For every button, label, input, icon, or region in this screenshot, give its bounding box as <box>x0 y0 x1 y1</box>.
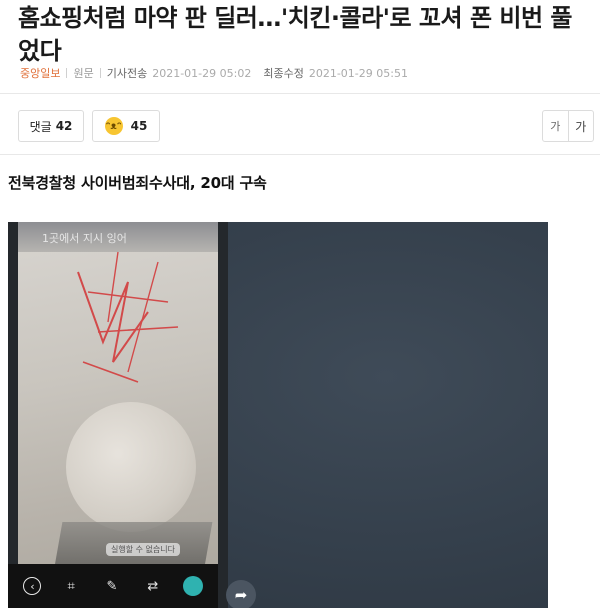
news-source[interactable]: 중앙일보 <box>20 65 60 81</box>
phone-toolbar: ‹ ⌗ ✎ ⇄ <box>8 564 218 608</box>
meta-divider <box>99 68 101 78</box>
font-increase-button[interactable]: 가 <box>567 111 594 141</box>
phone-caption: 실행할 수 없습니다 <box>106 543 180 556</box>
font-size-controls: 가 가 <box>542 110 594 142</box>
article-meta: 중앙일보 원문 기사전송 2021-01-29 05:02 최종수정 2021-… <box>20 65 408 81</box>
article-headline: 홈쇼핑처럼 마약 판 딜러…'치킨·콜라'로 꼬셔 폰 비번 풀었다 <box>18 4 572 65</box>
meta-divider <box>66 68 68 78</box>
modified-time: 2021-01-29 05:51 <box>308 66 408 80</box>
smile-emoji-icon: ᵔᴥᵔ <box>104 117 123 135</box>
original-link[interactable]: 원문 <box>73 65 93 81</box>
published-time: 2021-01-29 05:02 <box>152 66 252 80</box>
published-label: 기사전송 <box>106 67 148 80</box>
comment-button[interactable]: 댓글 42 <box>18 110 84 142</box>
back-icon[interactable]: ‹ <box>23 577 42 595</box>
emotion-count: 45 <box>130 119 148 133</box>
comment-label: 댓글 <box>29 119 52 134</box>
article-subheadline: 전북경찰청 사이버범죄수사대, 20대 구속 <box>8 174 267 192</box>
swap-icon[interactable]: ⇄ <box>142 575 164 597</box>
sticker-icon[interactable] <box>182 576 203 596</box>
header-divider <box>0 93 600 94</box>
emotion-button[interactable]: ᵔᴥᵔ 45 <box>92 110 160 142</box>
pen-icon[interactable]: ✎ <box>101 575 123 597</box>
phone-screen: 1곳에서 지시 잉어 실행할 수 없습니다 <box>18 222 218 608</box>
modified-label: 최종수정 <box>263 67 304 80</box>
article-photo[interactable]: 1곳에서 지시 잉어 실행할 수 없습니다 ‹ ⌗ ✎ ⇄ ➦ <box>8 222 548 608</box>
comment-count: 42 <box>55 119 73 133</box>
share-arrow-icon[interactable]: ➦ <box>226 580 256 608</box>
font-decrease-button[interactable]: 가 <box>543 111 568 141</box>
red-scribble <box>77 251 179 383</box>
crop-icon[interactable]: ⌗ <box>60 575 82 597</box>
section-divider <box>0 154 600 155</box>
